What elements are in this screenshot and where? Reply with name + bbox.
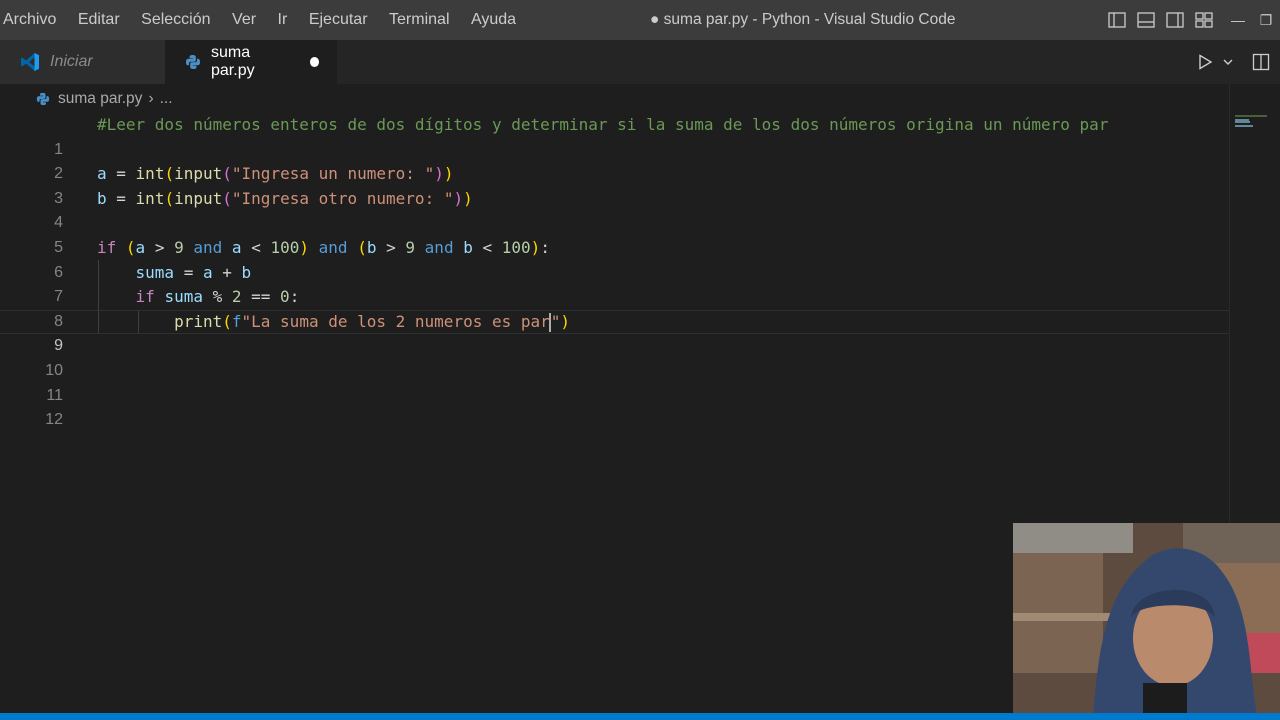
code-line-current[interactable]: 9 print(f"La suma de los 2 numeros es pa… [0, 310, 1230, 355]
code-string: "Ingresa un numero: " [231, 164, 435, 184]
code-token: b [97, 188, 107, 208]
tab-suma-par[interactable]: suma par.py [165, 40, 337, 84]
split-editor-icon[interactable] [1252, 53, 1270, 71]
breadcrumb-file[interactable]: suma par.py [58, 90, 142, 108]
title-bar: Archivo Editar Selección Ver Ir Ejecutar… [0, 0, 1280, 40]
python-file-icon [36, 92, 50, 106]
window-title: ● suma par.py - Python - Visual Studio C… [650, 11, 956, 28]
webcam-overlay [1013, 523, 1280, 720]
code-line[interactable]: 8 if suma % 2 == 0: [0, 285, 1230, 330]
minimap-line [1235, 115, 1267, 117]
code-line[interactable]: 7 suma = a + b [0, 261, 1230, 306]
code-line[interactable]: 1 #Leer dos números enteros de dos dígit… [0, 113, 1230, 158]
editor-actions [1188, 40, 1280, 84]
chevron-down-icon[interactable] [1222, 56, 1234, 68]
menu-bar: Archivo Editar Selección Ver Ir Ejecutar… [0, 0, 538, 40]
layout-controls: — ❐ [1108, 0, 1280, 40]
code-line[interactable]: 10 [0, 334, 1230, 379]
python-file-icon [185, 54, 201, 70]
breadcrumb-separator: › [148, 90, 154, 107]
code-line[interactable]: 4 b = int(input("Ingresa otro numero: ")… [0, 187, 1230, 232]
tab-label: suma par.py [211, 44, 255, 79]
code-line[interactable]: 2 [0, 138, 1230, 182]
toggle-secondary-sidebar-icon[interactable] [1166, 11, 1184, 29]
menu-ver[interactable]: Ver [232, 0, 256, 40]
minimap-line [1235, 125, 1253, 127]
code-token: int [135, 164, 165, 184]
menu-ayuda[interactable]: Ayuda [471, 0, 516, 40]
vscode-logo-icon [20, 52, 40, 72]
unsaved-dot-icon[interactable] [309, 57, 319, 67]
code-line[interactable]: 5 [0, 211, 1230, 256]
line-number: 12 [45, 411, 63, 429]
menu-editar[interactable]: Editar [78, 0, 120, 40]
code-token: if [97, 238, 117, 257]
tab-bar: Iniciar suma par.py [0, 40, 1280, 84]
toggle-primary-sidebar-icon[interactable] [1108, 11, 1126, 29]
code-comment: #Leer dos números enteros de dos dígitos… [97, 115, 1109, 134]
minimize-button[interactable]: — [1224, 12, 1252, 28]
menu-terminal[interactable]: Terminal [389, 0, 449, 40]
code-string: "Ingresa otro numero: " [231, 188, 454, 208]
minimap-line [1235, 121, 1250, 123]
status-bar [0, 713, 1280, 720]
code-token: int [135, 188, 165, 208]
breadcrumb: suma par.py › ... [36, 88, 173, 110]
menu-ejecutar[interactable]: Ejecutar [309, 0, 368, 40]
toggle-panel-icon[interactable] [1137, 11, 1155, 29]
customize-layout-icon[interactable] [1195, 11, 1213, 29]
code-line[interactable]: 6 if (a > 9 and a < 100) and (b > 9 and … [0, 236, 1230, 281]
code-line[interactable]: 3 a = int(input("Ingresa un numero: ")) [0, 162, 1230, 207]
code-token: = [106, 164, 136, 184]
code-token: a [97, 164, 107, 184]
run-python-icon[interactable] [1196, 53, 1214, 71]
tab-label: Iniciar [50, 53, 93, 70]
code-line[interactable]: 11 [0, 359, 1230, 404]
code-line[interactable]: 12 [0, 384, 1230, 428]
tab-iniciar[interactable]: Iniciar [0, 40, 165, 84]
breadcrumb-symbol[interactable]: ... [160, 90, 173, 108]
minimap[interactable] [1232, 113, 1272, 153]
menu-ir[interactable]: Ir [278, 0, 288, 40]
menu-archivo[interactable]: Archivo [3, 0, 56, 40]
restore-button[interactable]: ❐ [1252, 12, 1280, 29]
menu-seleccion[interactable]: Selección [141, 0, 210, 40]
code-token: = [106, 188, 136, 208]
code-token: input [174, 164, 223, 184]
webcam-image [1013, 523, 1280, 720]
code-token: input [174, 188, 223, 208]
